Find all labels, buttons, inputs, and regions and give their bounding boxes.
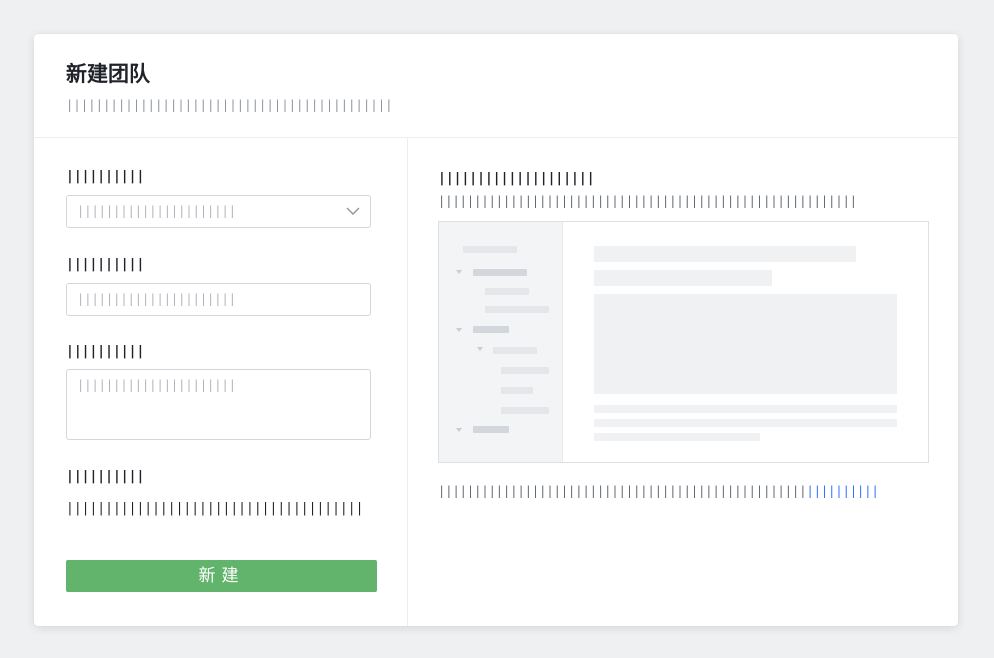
preview-footer-text: ||||||||||||||||||||||||||||||||||||||||…: [438, 484, 807, 498]
preview-sidebar-line: [485, 288, 529, 295]
new-team-dialog: 新建团队 |||||||||||||||||||||||||||||||||||…: [34, 34, 958, 626]
select-field[interactable]: ||||||||||||||||||||||: [66, 195, 371, 228]
preview-footer: ||||||||||||||||||||||||||||||||||||||||…: [438, 484, 879, 498]
preview-image-block: [594, 294, 897, 394]
preview-heading-line: [594, 270, 772, 286]
preview-title: ||||||||||||||||||||: [438, 171, 595, 186]
field3-label: ||||||||||: [66, 344, 145, 359]
preview-heading-line: [594, 246, 856, 262]
collapse-arrow-icon: [456, 328, 462, 332]
textarea-placeholder: ||||||||||||||||||||||: [77, 378, 236, 392]
dialog-header: 新建团队 |||||||||||||||||||||||||||||||||||…: [34, 34, 958, 138]
field1-label: ||||||||||: [66, 169, 145, 184]
text-input[interactable]: ||||||||||||||||||||||: [66, 283, 371, 316]
field4-value: ||||||||||||||||||||||||||||||||||||||: [66, 501, 364, 516]
preview-sidebar-line: [493, 347, 537, 354]
preview-sidebar: [439, 222, 563, 462]
preview-sidebar-line: [473, 326, 509, 333]
create-button[interactable]: 新建: [66, 560, 377, 592]
field4-label: ||||||||||: [66, 469, 145, 484]
preview-sidebar-line: [501, 407, 549, 414]
chevron-down-icon: [346, 207, 360, 215]
preview-column: |||||||||||||||||||| |||||||||||||||||||…: [408, 138, 958, 626]
preview-text-line: [594, 433, 760, 441]
preview-sidebar-line: [463, 246, 517, 253]
field2-label: ||||||||||: [66, 257, 145, 272]
preview-sidebar-line: [501, 387, 533, 394]
preview-text-line: [594, 405, 897, 413]
dialog-title: 新建团队: [66, 62, 150, 86]
select-placeholder: ||||||||||||||||||||||: [77, 204, 236, 218]
collapse-arrow-icon: [456, 428, 462, 432]
preview-text-line: [594, 419, 897, 427]
preview-sidebar-line: [485, 306, 549, 313]
preview-description: ||||||||||||||||||||||||||||||||||||||||…: [438, 194, 858, 208]
layout-preview-image: [438, 221, 929, 463]
preview-sidebar-line: [473, 426, 509, 433]
collapse-arrow-icon: [456, 270, 462, 274]
text-input-placeholder: ||||||||||||||||||||||: [77, 292, 236, 306]
textarea-input[interactable]: ||||||||||||||||||||||: [66, 369, 371, 440]
preview-sidebar-line: [501, 367, 549, 374]
learn-more-link[interactable]: ||||||||||: [806, 484, 878, 498]
collapse-arrow-icon: [477, 347, 483, 351]
dialog-subtitle: ||||||||||||||||||||||||||||||||||||||||…: [66, 98, 393, 112]
form-column: |||||||||| |||||||||||||||||||||| ||||||…: [34, 138, 408, 626]
preview-sidebar-line: [473, 269, 527, 276]
